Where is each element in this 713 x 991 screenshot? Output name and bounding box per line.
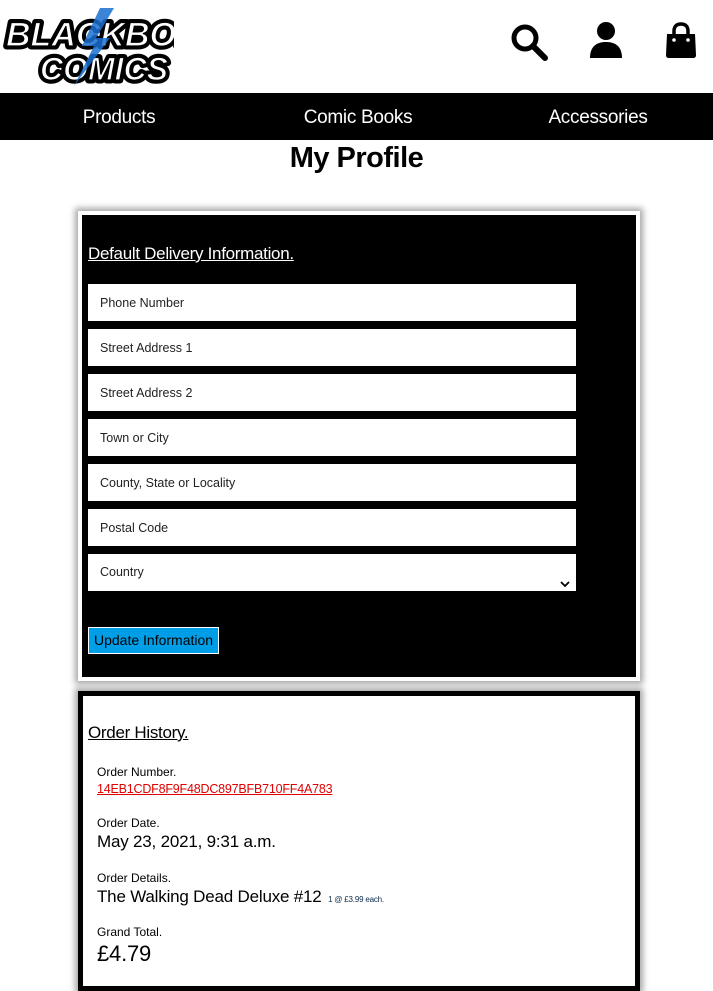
svg-text:COMICS: COMICS (40, 51, 169, 87)
shopping-bag-icon[interactable] (661, 21, 701, 61)
order-history-card: Order History. Order Number. 14EB1CDF8F9… (78, 691, 640, 991)
grand-total-value: £4.79 (97, 941, 152, 966)
user-icon[interactable] (586, 20, 626, 60)
order-number-link[interactable]: 14EB1CDF8F9F48DC897BFB710FF4A783 (97, 782, 333, 796)
order-number-label: Order Number. (97, 765, 177, 779)
main-nav: Products Comic Books Accessories (0, 93, 713, 140)
street-address-2-field[interactable] (88, 374, 576, 411)
postal-code-field[interactable] (88, 509, 576, 546)
order-item-name: The Walking Dead Deluxe #12 (97, 887, 322, 906)
delivery-info-card: Default Delivery Information. Country Up… (78, 211, 640, 681)
page-title: My Profile (289, 142, 424, 174)
site-header: BLACKBOLT BLACKBOLT COMICS COMICS (0, 0, 713, 93)
order-details-label: Order Details. (97, 871, 172, 885)
town-city-field[interactable] (88, 419, 576, 456)
chevron-down-icon (560, 567, 570, 588)
order-item-qty-price: 1 @ £3.99 each. (328, 895, 384, 904)
search-icon[interactable] (509, 22, 549, 62)
nav-item-accessories[interactable]: Accessories (518, 93, 678, 140)
order-date-label: Order Date. (97, 816, 160, 830)
nav-item-products[interactable]: Products (39, 93, 199, 140)
order-details-value: The Walking Dead Deluxe #12 1 @ £3.99 ea… (97, 887, 384, 907)
grand-total-label: Grand Total. (97, 925, 163, 939)
nav-item-comic-books[interactable]: Comic Books (278, 93, 438, 140)
order-date-value: May 23, 2021, 9:31 a.m. (97, 832, 276, 851)
county-field[interactable] (88, 464, 576, 501)
country-select[interactable]: Country (88, 554, 576, 591)
street-address-1-field[interactable] (88, 329, 576, 366)
country-select-value: Country (100, 565, 144, 579)
brand-logo[interactable]: BLACKBOLT BLACKBOLT COMICS COMICS (2, 2, 222, 91)
delivery-heading: Default Delivery Information. (88, 244, 294, 263)
order-history-heading: Order History. (88, 723, 189, 742)
phone-number-field[interactable] (88, 284, 576, 321)
update-information-button[interactable]: Update Information (88, 627, 220, 654)
